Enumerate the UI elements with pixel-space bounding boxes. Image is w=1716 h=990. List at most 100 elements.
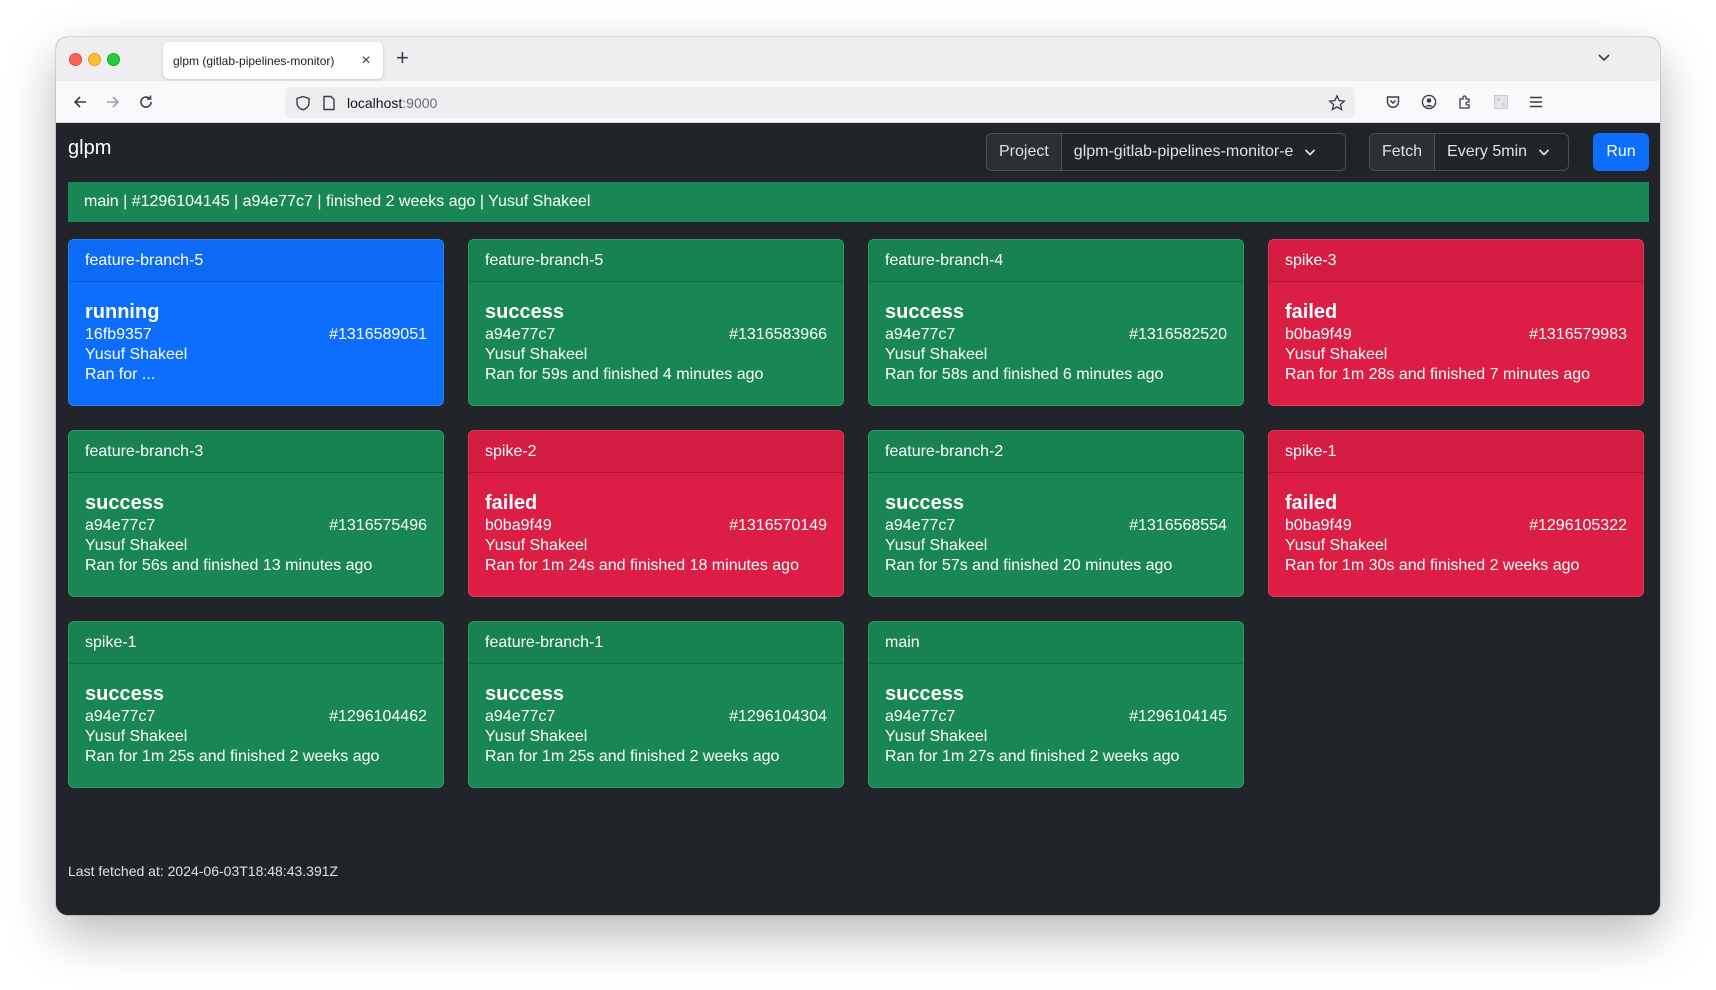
commit-row: a94e77c7 #1296104462 — [85, 707, 427, 727]
card-body: failed b0ba9f49 #1296105322 Yusuf Shakeel Ra… — [1269, 473, 1643, 576]
last-fetched-text: Last fetched at: 2024-06-03T18:48:43.391… — [68, 863, 339, 879]
maximize-window-button[interactable] — [107, 53, 120, 66]
new-tab-icon[interactable]: + — [396, 46, 409, 70]
bookmark-star-icon[interactable] — [1327, 93, 1347, 113]
pipeline-status: success — [85, 683, 164, 705]
card-branch-name: spike-1 — [1269, 431, 1643, 473]
close-tab-icon[interactable]: × — [357, 52, 375, 70]
card-branch-name: main — [869, 622, 1243, 664]
commit-sha: b0ba9f49 — [1285, 517, 1352, 534]
main-branch-banner: main | #1296104145 | a94e77c7 | finished… — [68, 182, 1649, 222]
pipeline-status: failed — [1285, 492, 1338, 514]
forward-icon[interactable] — [103, 92, 123, 112]
pipeline-card[interactable]: feature-branch-4 success a94e77c7 #13165825… — [868, 239, 1244, 406]
card-branch-name: feature-branch-4 — [869, 240, 1243, 282]
minimize-window-button[interactable] — [88, 53, 101, 66]
pipeline-duration: Ran for 59s and finished 4 minutes ago — [485, 366, 764, 383]
card-body: success a94e77c7 #1296104145 Yusuf Shakeel R… — [869, 664, 1243, 767]
address-bar[interactable]: localhost:9000 — [285, 87, 1355, 118]
commit-sha: b0ba9f49 — [1285, 326, 1352, 343]
pipeline-card[interactable]: feature-branch-5 success a94e77c7 #13165839… — [468, 239, 844, 406]
pipeline-id: #1316583966 — [729, 326, 827, 343]
pipeline-id: #1316582520 — [1129, 326, 1227, 343]
pipeline-status: failed — [1285, 301, 1338, 323]
pipeline-author: Yusuf Shakeel — [885, 537, 988, 554]
chevron-down-icon — [1538, 149, 1550, 156]
pipeline-card[interactable]: feature-branch-1 success a94e77c7 #12961043… — [468, 621, 844, 788]
browser-window: glpm (gitlab-pipelines-monitor) × + loca… — [56, 37, 1660, 915]
reload-icon[interactable] — [136, 92, 156, 112]
pipeline-duration: Ran for 56s and finished 13 minutes ago — [85, 557, 373, 574]
fetch-select-value: Every 5min — [1447, 143, 1528, 160]
card-branch-name: feature-branch-2 — [869, 431, 1243, 473]
pipeline-author: Yusuf Shakeel — [85, 346, 188, 363]
account-icon[interactable] — [1419, 92, 1439, 112]
project-select[interactable]: glpm-gitlab-pipelines-monitor-e — [1061, 134, 1345, 170]
pipeline-status: failed — [485, 492, 538, 514]
menu-icon[interactable] — [1526, 92, 1546, 112]
fetch-interval-select[interactable]: Every 5min — [1435, 134, 1568, 170]
pipeline-duration: Ran for 1m 27s and finished 2 weeks ago — [885, 748, 1180, 765]
card-body: running 16fb9357 #1316589051 Yusuf Shakeel R… — [69, 282, 443, 385]
commit-row: 16fb9357 #1316589051 — [85, 325, 427, 345]
commit-row: b0ba9f49 #1296105322 — [1285, 516, 1627, 536]
fetch-select-group: Fetch Every 5min — [1369, 133, 1569, 171]
card-branch-name: spike-2 — [469, 431, 843, 473]
pipeline-id: #1316589051 — [329, 326, 427, 343]
commit-row: b0ba9f49 #1316579983 — [1285, 325, 1627, 345]
card-branch-name: feature-branch-5 — [69, 240, 443, 282]
brand-title: glpm — [68, 137, 112, 159]
card-body: success a94e77c7 #1296104304 Yusuf Shakeel R… — [469, 664, 843, 767]
pipeline-duration: Ran for 1m 28s and finished 7 minutes ag… — [1285, 366, 1591, 383]
pipeline-id: #1316579983 — [1529, 326, 1627, 343]
app-content: glpm Project glpm-gitlab-pipelines-monit… — [56, 123, 1660, 915]
shield-icon[interactable] — [293, 93, 313, 113]
card-body: success a94e77c7 #1316575496 Yusuf Shakeel R… — [69, 473, 443, 576]
run-button[interactable]: Run — [1593, 133, 1649, 171]
pipeline-card[interactable]: spike-1 failed b0ba9f49 #1296105322 Yusuf Sh… — [1268, 430, 1644, 597]
pipeline-author: Yusuf Shakeel — [1285, 346, 1388, 363]
pocket-icon[interactable] — [1383, 92, 1403, 112]
close-window-button[interactable] — [69, 53, 82, 66]
browser-tab[interactable]: glpm (gitlab-pipelines-monitor) × — [163, 42, 383, 79]
pipeline-author: Yusuf Shakeel — [85, 537, 188, 554]
pipeline-duration: Ran for 1m 30s and finished 2 weeks ago — [1285, 557, 1580, 574]
back-icon[interactable] — [70, 92, 90, 112]
page-icon — [319, 93, 339, 113]
commit-row: a94e77c7 #1316582520 — [885, 325, 1227, 345]
pipeline-card[interactable]: spike-1 success a94e77c7 #1296104462 Yusuf S… — [68, 621, 444, 788]
tab-list-chevron-icon[interactable] — [1596, 49, 1612, 70]
commit-sha: a94e77c7 — [485, 708, 556, 725]
pipeline-id: #1316570149 — [729, 517, 827, 534]
pipeline-card[interactable]: spike-3 failed b0ba9f49 #1316579983 Yusuf Sh… — [1268, 239, 1644, 406]
card-branch-name: spike-1 — [69, 622, 443, 664]
card-body: success a94e77c7 #1316583966 Yusuf Shakeel R… — [469, 282, 843, 385]
pipeline-id: #1316575496 — [329, 517, 427, 534]
url-host: localhost — [347, 95, 403, 111]
pipeline-status: success — [885, 683, 964, 705]
pipeline-author: Yusuf Shakeel — [485, 346, 588, 363]
card-body: success a94e77c7 #1316568554 Yusuf Shakeel R… — [869, 473, 1243, 576]
card-body: failed b0ba9f49 #1316570149 Yusuf Shakeel Ra… — [469, 473, 843, 576]
pipeline-card[interactable]: feature-branch-2 success a94e77c7 #13165685… — [868, 430, 1244, 597]
project-label: Project — [987, 134, 1062, 170]
pipeline-id: #1296104145 — [1129, 708, 1227, 725]
pipeline-card[interactable]: spike-2 failed b0ba9f49 #1316570149 Yusuf Sh… — [468, 430, 844, 597]
commit-row: a94e77c7 #1296104304 — [485, 707, 827, 727]
navigation-bar: localhost:9000 — [56, 81, 1660, 123]
pipeline-card[interactable]: feature-branch-5 running 16fb9357 #13165890… — [68, 239, 444, 406]
pipeline-card[interactable]: feature-branch-3 success a94e77c7 #13165754… — [68, 430, 444, 597]
pipeline-status: success — [485, 301, 564, 323]
pipeline-id: #1296104462 — [329, 708, 427, 725]
card-branch-name: spike-3 — [1269, 240, 1643, 282]
extension-placeholder-icon[interactable] — [1491, 92, 1511, 112]
chevron-down-icon — [1305, 149, 1316, 156]
project-select-value: glpm-gitlab-pipelines-monitor-e — [1073, 143, 1294, 160]
commit-sha: a94e77c7 — [885, 517, 956, 534]
extensions-icon[interactable] — [1455, 92, 1475, 112]
pipeline-status: success — [85, 492, 164, 514]
card-branch-name: feature-branch-1 — [469, 622, 843, 664]
pipeline-card[interactable]: main success a94e77c7 #1296104145 Yusuf Shak… — [868, 621, 1244, 788]
url-port: :9000 — [402, 95, 438, 111]
pipeline-duration: Ran for 57s and finished 20 minutes ago — [885, 557, 1173, 574]
